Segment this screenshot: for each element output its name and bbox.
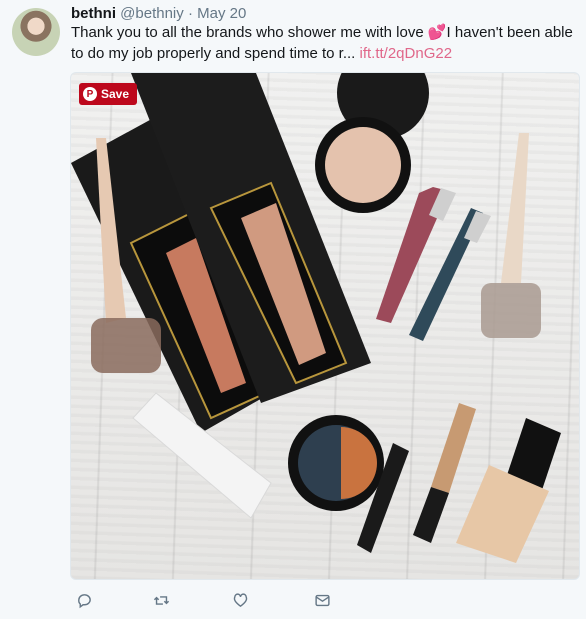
pinterest-save-button[interactable]: P Save [79,83,138,105]
envelope-icon [314,594,330,606]
tweet-photo[interactable]: P Save [70,72,580,580]
display-name[interactable]: bethni [71,5,116,22]
save-label: Save [101,87,130,101]
user-handle[interactable]: @bethniy [120,5,184,22]
foundation-bottle [456,418,561,563]
reply-icon [77,593,91,608]
nail-polish-right [481,133,541,338]
tweet-link[interactable]: ift.tt/2qDnG22 [360,45,453,62]
separator-dot: · [187,5,193,22]
retweet-icon [153,595,169,605]
pinterest-icon: P [83,87,97,101]
tweet-actions [70,588,570,614]
compact-top [315,73,429,213]
message-button[interactable] [310,588,334,612]
retweet-button[interactable] [149,588,173,612]
tweet-date[interactable]: May 20 [197,5,246,22]
two-hearts-icon: 💕 [427,24,447,41]
tweet-text-part1: Thank you to all the brands who shower m… [71,24,428,41]
tweet-text: Thank you to all the brands who shower m… [71,22,576,64]
like-button[interactable] [228,588,252,612]
heart-icon [233,592,247,607]
tweet: bethni @bethniy · May 20 Thank you to al… [0,0,586,619]
makeup-flatlay-image [71,73,561,563]
bronzer-compact [288,415,409,553]
avatar[interactable] [12,8,60,56]
lip-glosses [376,187,491,341]
tweet-header: bethni @bethniy · May 20 [71,4,576,24]
reply-button[interactable] [72,588,96,612]
